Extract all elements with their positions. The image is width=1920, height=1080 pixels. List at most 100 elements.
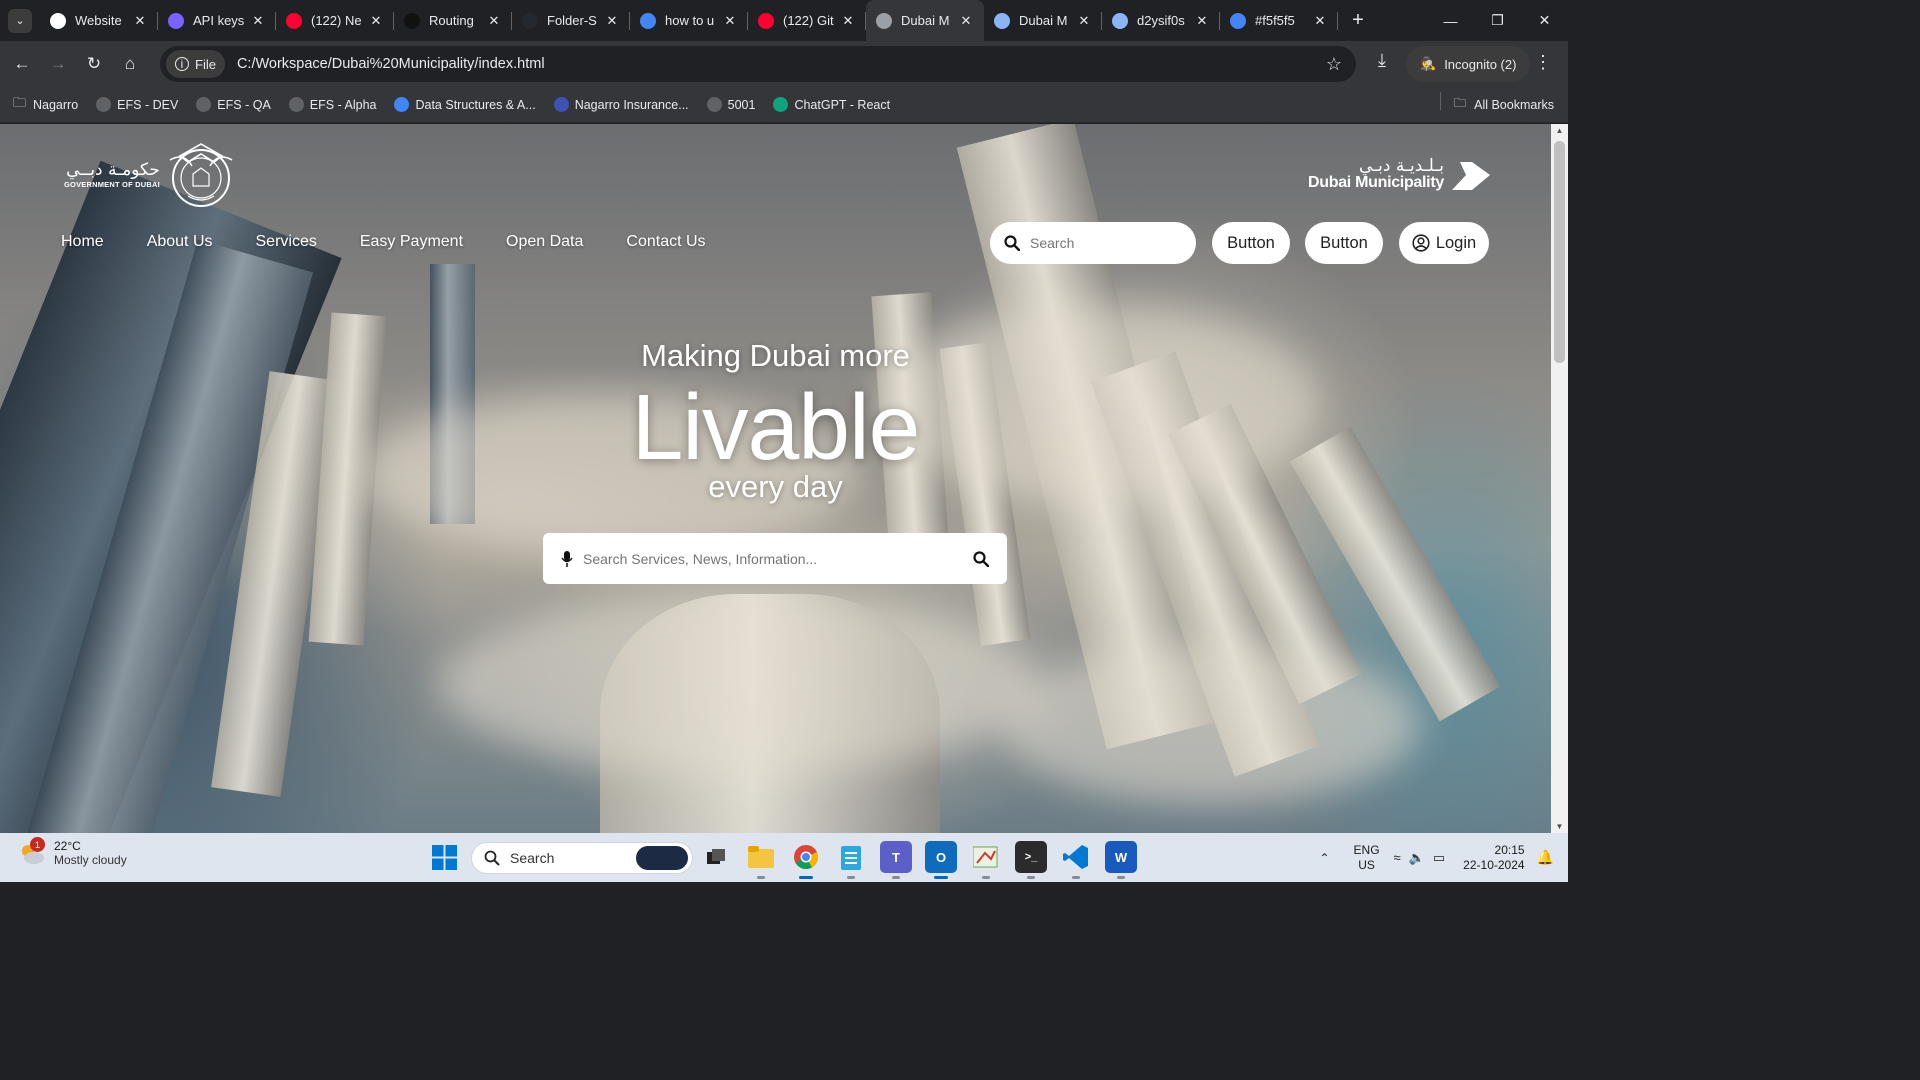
scrollbar-thumb[interactable] bbox=[1554, 141, 1565, 363]
notepad-icon[interactable] bbox=[835, 841, 867, 879]
home-button[interactable]: ⌂ bbox=[112, 46, 148, 82]
chevron-up-icon[interactable]: ⌃ bbox=[1310, 851, 1340, 865]
close-tab-icon[interactable]: ✕ bbox=[604, 13, 620, 29]
search-icon bbox=[1004, 235, 1020, 251]
browser-tab[interactable]: how to u ✕ bbox=[630, 0, 748, 41]
browser-tab[interactable]: Website ✕ bbox=[40, 0, 158, 41]
browser-tab[interactable]: (122) Ne ✕ bbox=[276, 0, 394, 41]
windows-start-icon[interactable] bbox=[432, 845, 457, 870]
header-button-2[interactable]: Button bbox=[1305, 222, 1383, 264]
globe-icon bbox=[196, 97, 212, 112]
close-tab-icon[interactable]: ✕ bbox=[250, 13, 266, 29]
scroll-up-icon[interactable]: ▲ bbox=[1551, 126, 1568, 135]
browser-tab[interactable]: Folder-S ✕ bbox=[512, 0, 630, 41]
bookmark-item[interactable]: Data Structures & A... bbox=[394, 97, 536, 112]
word-icon[interactable]: W bbox=[1105, 841, 1137, 879]
quick-settings[interactable]: ≈ 🔈 ▭ bbox=[1394, 850, 1446, 866]
scroll-down-icon[interactable]: ▼ bbox=[1551, 822, 1568, 831]
nav-about-us[interactable]: About Us bbox=[147, 233, 213, 251]
close-tab-icon[interactable]: ✕ bbox=[958, 13, 974, 29]
browser-menu-icon[interactable]: ⋮ bbox=[1534, 52, 1552, 73]
close-tab-icon[interactable]: ✕ bbox=[132, 13, 148, 29]
close-tab-icon[interactable]: ✕ bbox=[486, 13, 502, 29]
teams-icon[interactable]: T bbox=[880, 841, 912, 879]
weather-widget[interactable]: 1 22°C Mostly cloudy bbox=[18, 837, 127, 867]
header-search-input[interactable] bbox=[1030, 235, 1180, 251]
bookmark-item[interactable]: 🗀 Nagarro bbox=[12, 95, 78, 112]
nav-easy-payment[interactable]: Easy Payment bbox=[360, 233, 463, 251]
nav-open-data[interactable]: Open Data bbox=[506, 233, 583, 251]
file-explorer-icon[interactable] bbox=[745, 841, 777, 879]
nav-contact-us[interactable]: Contact Us bbox=[626, 233, 705, 251]
close-tab-icon[interactable]: ✕ bbox=[840, 13, 856, 29]
bookmark-item[interactable]: EFS - QA bbox=[196, 97, 271, 112]
terminal-icon[interactable]: >_ bbox=[1015, 841, 1047, 879]
dubai-municipality-logo[interactable]: بـلـديـة دبـي Dubai Municipality bbox=[1308, 158, 1492, 192]
vscode-icon[interactable] bbox=[1060, 841, 1092, 879]
government-of-dubai-logo[interactable]: حكومـة دبــي GOVERNMENT OF DUBAI bbox=[64, 138, 236, 210]
download-icon[interactable]: ⤓ bbox=[1368, 50, 1396, 71]
tab-title: (122) Git bbox=[783, 13, 834, 28]
address-bar[interactable]: i File C:/Workspace/Dubai%20Municipality… bbox=[160, 46, 1356, 82]
tab-title: Routing bbox=[429, 13, 474, 28]
outlook-icon[interactable]: O bbox=[925, 841, 957, 879]
bookmark-star-icon[interactable]: ☆ bbox=[1326, 54, 1342, 75]
paint-icon[interactable] bbox=[970, 841, 1002, 879]
login-button[interactable]: Login bbox=[1399, 222, 1489, 264]
back-button[interactable]: ← bbox=[4, 46, 40, 82]
browser-tab[interactable]: Routing ✕ bbox=[394, 0, 512, 41]
hero-search-input[interactable] bbox=[583, 550, 973, 567]
nav-home[interactable]: Home bbox=[61, 233, 104, 251]
hero-search-icon[interactable] bbox=[973, 550, 989, 567]
close-tab-icon[interactable]: ✕ bbox=[1076, 13, 1092, 29]
nagarro-icon bbox=[553, 97, 569, 112]
browser-tab[interactable]: (122) Git ✕ bbox=[748, 0, 866, 41]
close-tab-icon[interactable]: ✕ bbox=[368, 13, 384, 29]
url-text[interactable]: C:/Workspace/Dubai%20Municipality/index.… bbox=[237, 56, 545, 72]
close-tab-icon[interactable]: ✕ bbox=[1194, 13, 1210, 29]
microphone-icon[interactable] bbox=[561, 550, 573, 568]
youtube-icon bbox=[758, 12, 774, 29]
incognito-button[interactable]: 🕵 Incognito (2) bbox=[1406, 46, 1531, 82]
restore-icon[interactable]: ❐ bbox=[1474, 0, 1521, 41]
bookmark-label: 5001 bbox=[727, 97, 756, 112]
close-tab-icon[interactable]: ✕ bbox=[1312, 13, 1328, 29]
close-window-icon[interactable]: ✕ bbox=[1521, 0, 1568, 41]
browser-tab[interactable]: Dubai M ✕ bbox=[866, 0, 984, 41]
minimize-icon[interactable]: — bbox=[1427, 0, 1474, 41]
bookmark-item[interactable]: Nagarro Insurance... bbox=[553, 97, 689, 112]
header-button-1[interactable]: Button bbox=[1212, 222, 1290, 264]
forward-button[interactable]: → bbox=[40, 46, 76, 82]
all-bookmarks-button[interactable]: 🗀 All Bookmarks bbox=[1439, 92, 1554, 115]
bookmark-item[interactable]: 5001 bbox=[706, 97, 756, 112]
bookmark-label: Data Structures & A... bbox=[415, 97, 536, 112]
gov-logo-text: حكومـة دبــي GOVERNMENT OF DUBAI bbox=[64, 160, 160, 189]
notification-bell-icon[interactable]: 🔔 bbox=[1537, 849, 1554, 866]
browser-tab[interactable]: d2ysif0s ✕ bbox=[1102, 0, 1220, 41]
task-view-icon[interactable] bbox=[700, 841, 732, 873]
site-info-chip[interactable]: i File bbox=[166, 50, 225, 78]
all-bookmarks-label: All Bookmarks bbox=[1474, 97, 1554, 112]
reload-button[interactable]: ↻ bbox=[76, 46, 112, 82]
browser-tab[interactable]: Dubai M ✕ bbox=[984, 0, 1102, 41]
bookmark-item[interactable]: EFS - DEV bbox=[96, 97, 178, 112]
close-tab-icon[interactable]: ✕ bbox=[722, 13, 738, 29]
hero-tagline-bottom: every day bbox=[708, 469, 843, 504]
clock[interactable]: 20:15 22-10-2024 bbox=[1463, 843, 1524, 873]
page-scrollbar[interactable]: ▲ ▼ bbox=[1551, 124, 1568, 833]
browser-tab[interactable]: #f5f5f5 ✕ bbox=[1220, 0, 1338, 41]
taskbar-search[interactable]: Search bbox=[471, 842, 693, 874]
chrome-icon[interactable] bbox=[790, 841, 822, 879]
tab-search-button[interactable]: ⌄ bbox=[8, 8, 32, 33]
system-tray: ⌃ ENG US ≈ 🔈 ▭ 20:15 22-10-2024 🔔 bbox=[1310, 833, 1568, 882]
bookmark-item[interactable]: EFS - Alpha bbox=[288, 97, 376, 112]
dm-arrow-icon bbox=[1451, 162, 1490, 190]
bookmark-item[interactable]: ChatGPT - React bbox=[773, 97, 890, 112]
nav-services[interactable]: Services bbox=[256, 233, 317, 251]
new-tab-button[interactable]: + bbox=[1344, 7, 1372, 35]
tab-title: how to u bbox=[665, 13, 715, 28]
browser-tab[interactable]: API keys ✕ bbox=[158, 0, 276, 41]
globe-icon bbox=[96, 97, 112, 112]
language-indicator[interactable]: ENG US bbox=[1354, 843, 1380, 873]
bookmark-label: ChatGPT - React bbox=[794, 97, 891, 112]
